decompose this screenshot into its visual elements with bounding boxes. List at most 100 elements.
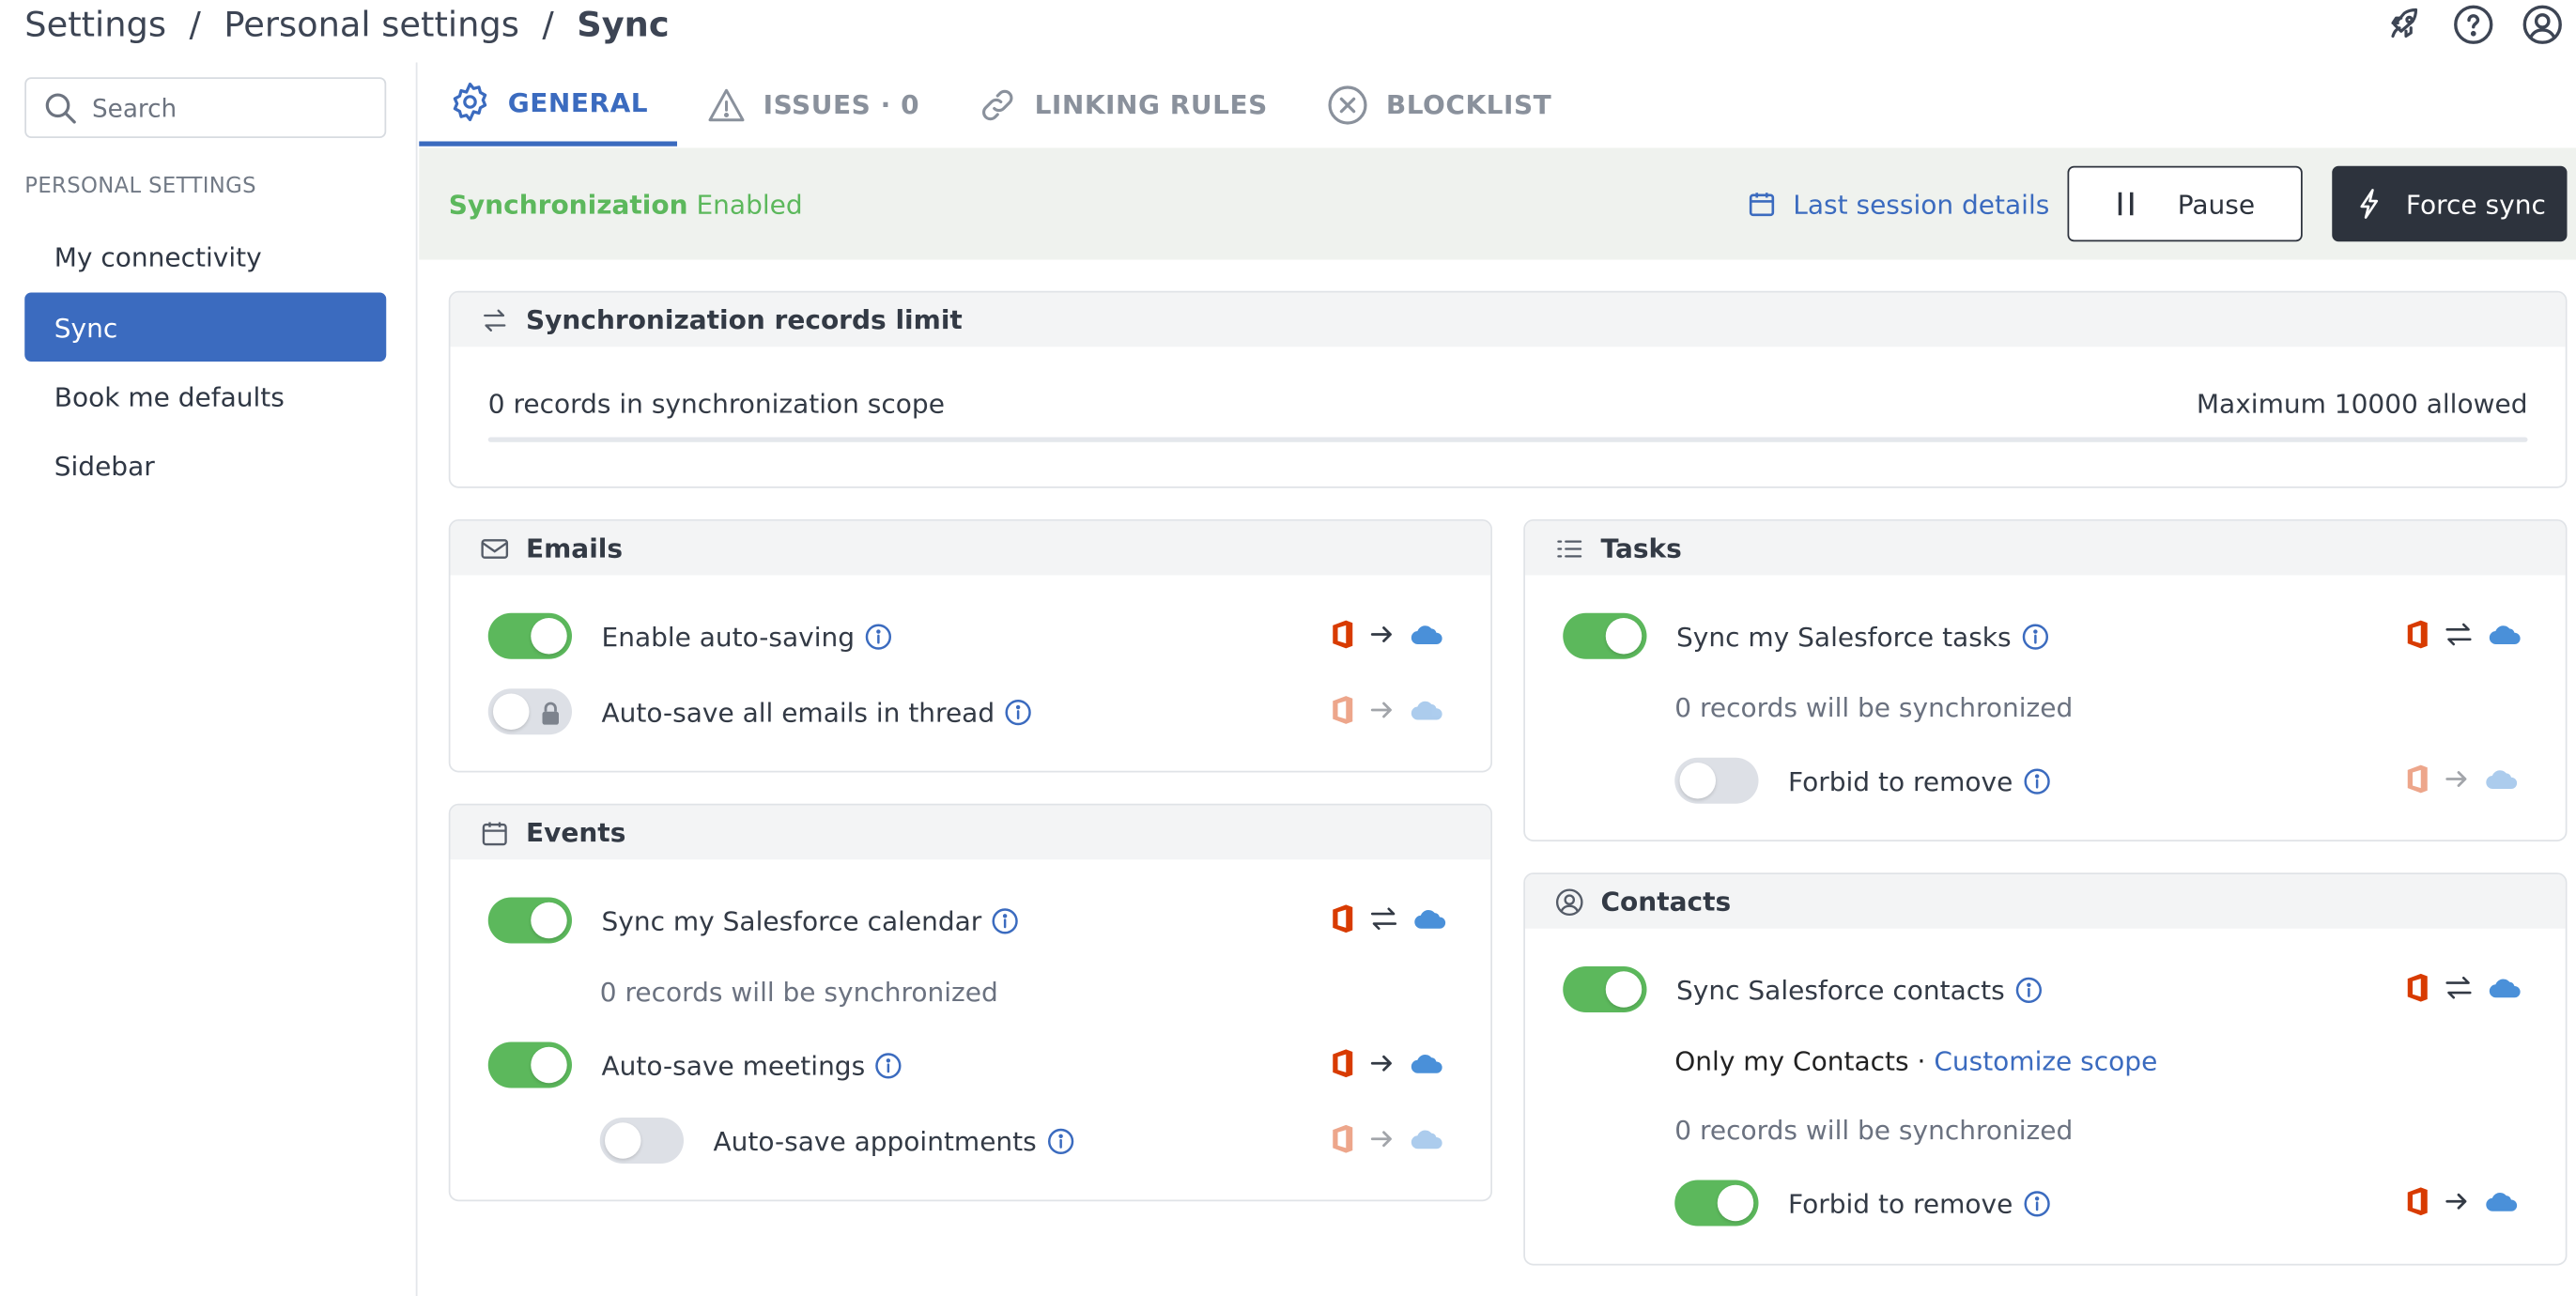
contact-flow-sync <box>2406 973 2522 1003</box>
event-row-appointments: Auto-save appointments <box>599 1118 1074 1164</box>
auto-save-appointments-label: Auto-save appointments <box>713 1124 1037 1157</box>
sync-both-icon <box>2445 623 2472 646</box>
emails-card: Emails Enable auto-saving Auto-save all … <box>448 519 1492 773</box>
info-icon[interactable] <box>865 622 893 650</box>
gear-icon <box>449 81 492 124</box>
task-flow-forbid <box>2406 764 2518 795</box>
top-icons <box>2383 4 2565 47</box>
tab-label: ISSUES · 0 <box>763 88 920 120</box>
events-card: Events Sync my Salesforce calendar 0 rec… <box>448 803 1492 1202</box>
last-session-link[interactable]: Last session details <box>1747 148 2049 260</box>
info-icon[interactable] <box>2023 1189 2051 1217</box>
contact-icon <box>1555 887 1585 917</box>
info-icon[interactable] <box>1046 1127 1074 1155</box>
sync-status-state: Enabled <box>696 188 803 220</box>
sync-status-label: Synchronization <box>448 188 688 220</box>
auto-save-appointments-toggle[interactable] <box>599 1118 684 1164</box>
enable-auto-saving-toggle[interactable] <box>487 612 572 659</box>
salesforce-cloud-icon <box>1413 907 1446 931</box>
tab-general[interactable]: GENERAL <box>419 63 678 147</box>
office-icon <box>1332 904 1355 934</box>
contacts-scope-separator: · <box>1917 1045 1926 1077</box>
auto-save-meetings-toggle[interactable] <box>487 1041 572 1088</box>
sync-status: Synchronization Enabled <box>449 188 803 219</box>
sync-both-icon <box>1370 907 1397 931</box>
sidebar-item-book-me-defaults[interactable]: Book me defaults <box>24 362 386 431</box>
help-icon[interactable] <box>2452 4 2495 47</box>
user-icon[interactable] <box>2522 4 2565 47</box>
tab-blocklist[interactable]: BLOCKLIST <box>1297 63 1581 147</box>
salesforce-cloud-icon <box>2489 623 2522 646</box>
tab-label: LINKING RULES <box>1034 88 1268 120</box>
records-limit-header: Synchronization records limit <box>450 292 2566 347</box>
email-row-auto-saving: Enable auto-saving <box>487 612 893 659</box>
contacts-forbid-remove-toggle[interactable] <box>1674 1180 1759 1227</box>
contacts-forbid-remove-label: Forbid to remove <box>1788 1187 2013 1219</box>
last-session-label: Last session details <box>1793 188 2050 220</box>
info-icon[interactable] <box>875 1051 903 1079</box>
lightning-icon <box>2353 184 2386 224</box>
office-icon <box>2406 620 2429 650</box>
records-limit-card: Synchronization records limit 0 records … <box>448 290 2568 488</box>
main-content: GENERAL ISSUES · 0 LINKING RULES BLOCKLI… <box>419 63 2576 1296</box>
arrow-right-icon <box>1370 1129 1395 1149</box>
tab-issues[interactable]: ISSUES · 0 <box>678 63 949 147</box>
tasks-forbid-remove-toggle[interactable] <box>1674 757 1759 804</box>
sidebar-item-sync[interactable]: Sync <box>24 292 387 362</box>
records-limit-title: Synchronization records limit <box>526 303 963 335</box>
breadcrumb-separator: / <box>189 5 201 45</box>
info-icon[interactable] <box>1005 698 1033 726</box>
link-icon <box>979 85 1018 124</box>
info-icon[interactable] <box>2014 976 2043 1004</box>
sync-tasks-toggle[interactable] <box>1563 612 1647 659</box>
calendar-icon <box>1747 189 1777 219</box>
info-icon[interactable] <box>2023 766 2051 795</box>
contact-flow-forbid <box>2406 1187 2518 1217</box>
force-sync-button[interactable]: Force sync <box>2332 165 2568 242</box>
emails-header: Emails <box>450 520 1491 576</box>
sync-tasks-label: Sync my Salesforce tasks <box>1676 620 2012 652</box>
arrow-right-icon <box>2445 769 2469 789</box>
arrow-right-icon <box>1370 625 1395 644</box>
page-title: Sync <box>577 5 670 45</box>
contact-row-forbid: Forbid to remove <box>1674 1180 2050 1227</box>
pause-button[interactable]: Pause <box>2067 165 2303 242</box>
search-input[interactable] <box>92 92 355 123</box>
search-box[interactable] <box>24 77 387 138</box>
customize-scope-link[interactable]: Customize scope <box>1934 1045 2157 1076</box>
sidebar-item-sidebar[interactable]: Sidebar <box>24 431 386 501</box>
email-flow-auto-saving <box>1332 620 1443 650</box>
event-flow-calendar <box>1332 904 1447 934</box>
info-icon[interactable] <box>2021 622 2049 650</box>
tasks-card: Tasks Sync my Salesforce tasks 0 records… <box>1523 519 2568 841</box>
tasks-title: Tasks <box>1600 532 1682 564</box>
tab-linking-rules[interactable]: LINKING RULES <box>949 63 1298 147</box>
sidebar-item-my-connectivity[interactable]: My connectivity <box>24 222 386 291</box>
records-progress-bar <box>487 437 2528 442</box>
auto-save-thread-toggle[interactable] <box>487 688 572 735</box>
salesforce-cloud-icon <box>1411 1052 1443 1075</box>
sync-calendar-toggle[interactable] <box>487 897 572 944</box>
tab-label: GENERAL <box>507 85 649 118</box>
tasks-forbid-remove-label: Forbid to remove <box>1788 764 2013 796</box>
emails-title: Emails <box>526 532 624 564</box>
tasks-header: Tasks <box>1525 520 2566 576</box>
sync-contacts-toggle[interactable] <box>1563 966 1647 1012</box>
tasks-sync-note: 0 records will be synchronized <box>1674 691 2074 723</box>
office-icon <box>2406 973 2429 1003</box>
sidebar: PERSONAL SETTINGS My connectivity Sync B… <box>0 62 418 1296</box>
breadcrumb-settings[interactable]: Settings <box>24 5 166 44</box>
office-icon <box>2406 764 2429 795</box>
event-row-meetings: Auto-save meetings <box>487 1041 903 1088</box>
breadcrumb-personal-settings[interactable]: Personal settings <box>224 5 518 44</box>
info-icon[interactable] <box>992 906 1020 934</box>
contacts-title: Contacts <box>1600 886 1732 918</box>
salesforce-cloud-icon <box>2489 977 2522 1000</box>
salesforce-cloud-icon <box>2485 767 2518 791</box>
sync-calendar-label: Sync my Salesforce calendar <box>601 904 982 936</box>
events-title: Events <box>526 816 626 848</box>
tab-label: BLOCKLIST <box>1385 88 1552 120</box>
sync-status-bar: Synchronization Enabled Last session det… <box>419 147 2576 260</box>
rocket-icon[interactable] <box>2383 4 2427 47</box>
warning-icon <box>707 85 747 124</box>
